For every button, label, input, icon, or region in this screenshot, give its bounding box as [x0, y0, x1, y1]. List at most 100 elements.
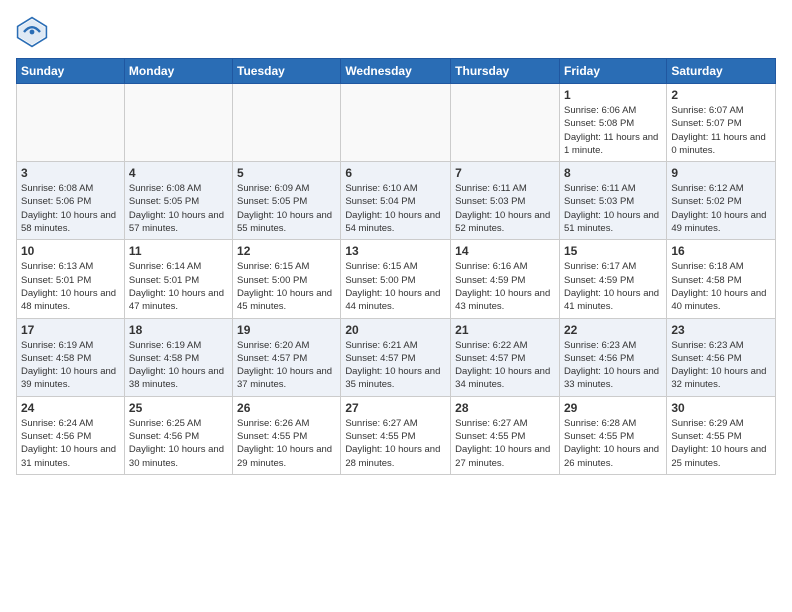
day-info: Sunrise: 6:14 AM Sunset: 5:01 PM Dayligh… — [129, 260, 228, 313]
calendar-cell: 24Sunrise: 6:24 AM Sunset: 4:56 PM Dayli… — [17, 396, 125, 474]
weekday-header-wednesday: Wednesday — [341, 59, 451, 84]
calendar-cell: 10Sunrise: 6:13 AM Sunset: 5:01 PM Dayli… — [17, 240, 125, 318]
day-info: Sunrise: 6:15 AM Sunset: 5:00 PM Dayligh… — [237, 260, 336, 313]
day-number: 15 — [564, 244, 662, 258]
calendar-cell: 4 Sunrise: 6:08 AM Sunset: 5:05 PM Daylig… — [124, 162, 232, 240]
day-info: Sunrise: 6:21 AM Sunset: 4:57 PM Dayligh… — [345, 339, 446, 392]
calendar: SundayMondayTuesdayWednesdayThursdayFrid… — [16, 58, 776, 475]
weekday-header-sunday: Sunday — [17, 59, 125, 84]
day-number: 11 — [129, 244, 228, 258]
calendar-cell: 18 Sunrise: 6:19 AM Sunset: 4:58 PM Dayli… — [124, 318, 232, 396]
day-number: 30 — [671, 401, 771, 415]
day-info: Sunrise: 6:10 AM Sunset: 5:04 PM Dayligh… — [345, 182, 446, 235]
day-info: Sunrise: 6:11 AM Sunset: 5:03 PM Dayligh… — [564, 182, 662, 235]
week-row-1: 3 Sunrise: 6:08 AM Sunset: 5:06 PM Daylig… — [17, 162, 776, 240]
day-number: 19 — [237, 323, 336, 337]
day-number: 18 — [129, 323, 228, 337]
calendar-cell: 8 Sunrise: 6:11 AM Sunset: 5:03 PM Daylig… — [559, 162, 666, 240]
weekday-header-thursday: Thursday — [451, 59, 560, 84]
header — [16, 16, 776, 48]
day-info: Sunrise: 6:12 AM Sunset: 5:02 PM Dayligh… — [671, 182, 771, 235]
day-info: Sunrise: 6:29 AM Sunset: 4:55 PM Dayligh… — [671, 417, 771, 470]
calendar-cell: 6 Sunrise: 6:10 AM Sunset: 5:04 PM Daylig… — [341, 162, 451, 240]
day-number: 21 — [455, 323, 555, 337]
calendar-cell: 30 Sunrise: 6:29 AM Sunset: 4:55 PM Dayli… — [667, 396, 776, 474]
day-number: 3 — [21, 166, 120, 180]
weekday-header-monday: Monday — [124, 59, 232, 84]
weekday-header-friday: Friday — [559, 59, 666, 84]
day-info: Sunrise: 6:23 AM Sunset: 4:56 PM Dayligh… — [671, 339, 771, 392]
logo — [16, 16, 54, 48]
day-info: Sunrise: 6:19 AM Sunset: 4:58 PM Dayligh… — [129, 339, 228, 392]
day-info: Sunrise: 6:17 AM Sunset: 4:59 PM Dayligh… — [564, 260, 662, 313]
day-number: 29 — [564, 401, 662, 415]
calendar-cell: 12 Sunrise: 6:15 AM Sunset: 5:00 PM Dayli… — [233, 240, 341, 318]
week-row-3: 17 Sunrise: 6:19 AM Sunset: 4:58 PM Dayli… — [17, 318, 776, 396]
day-number: 25 — [129, 401, 228, 415]
day-number: 13 — [345, 244, 446, 258]
day-number: 27 — [345, 401, 446, 415]
weekday-header-saturday: Saturday — [667, 59, 776, 84]
day-info: Sunrise: 6:18 AM Sunset: 4:58 PM Dayligh… — [671, 260, 771, 313]
calendar-cell — [124, 84, 232, 162]
day-number: 23 — [671, 323, 771, 337]
calendar-cell — [17, 84, 125, 162]
day-info: Sunrise: 6:28 AM Sunset: 4:55 PM Dayligh… — [564, 417, 662, 470]
calendar-cell: 29 Sunrise: 6:28 AM Sunset: 4:55 PM Dayli… — [559, 396, 666, 474]
calendar-cell: 22Sunrise: 6:23 AM Sunset: 4:56 PM Dayli… — [559, 318, 666, 396]
weekday-header-row: SundayMondayTuesdayWednesdayThursdayFrid… — [17, 59, 776, 84]
calendar-cell: 19 Sunrise: 6:20 AM Sunset: 4:57 PM Dayli… — [233, 318, 341, 396]
day-info: Sunrise: 6:08 AM Sunset: 5:05 PM Dayligh… — [129, 182, 228, 235]
day-number: 14 — [455, 244, 555, 258]
day-number: 9 — [671, 166, 771, 180]
day-info: Sunrise: 6:07 AM Sunset: 5:07 PM Dayligh… — [671, 104, 771, 157]
day-info: Sunrise: 6:27 AM Sunset: 4:55 PM Dayligh… — [345, 417, 446, 470]
day-info: Sunrise: 6:16 AM Sunset: 4:59 PM Dayligh… — [455, 260, 555, 313]
logo-icon — [16, 16, 48, 48]
day-number: 12 — [237, 244, 336, 258]
day-number: 8 — [564, 166, 662, 180]
weekday-header-tuesday: Tuesday — [233, 59, 341, 84]
day-info: Sunrise: 6:09 AM Sunset: 5:05 PM Dayligh… — [237, 182, 336, 235]
calendar-cell: 25 Sunrise: 6:25 AM Sunset: 4:56 PM Dayli… — [124, 396, 232, 474]
day-info: Sunrise: 6:25 AM Sunset: 4:56 PM Dayligh… — [129, 417, 228, 470]
day-number: 26 — [237, 401, 336, 415]
page: SundayMondayTuesdayWednesdayThursdayFrid… — [0, 0, 792, 485]
day-info: Sunrise: 6:27 AM Sunset: 4:55 PM Dayligh… — [455, 417, 555, 470]
calendar-cell: 14 Sunrise: 6:16 AM Sunset: 4:59 PM Dayli… — [451, 240, 560, 318]
calendar-cell: 1Sunrise: 6:06 AM Sunset: 5:08 PM Daylig… — [559, 84, 666, 162]
day-number: 24 — [21, 401, 120, 415]
day-number: 20 — [345, 323, 446, 337]
day-info: Sunrise: 6:15 AM Sunset: 5:00 PM Dayligh… — [345, 260, 446, 313]
week-row-2: 10Sunrise: 6:13 AM Sunset: 5:01 PM Dayli… — [17, 240, 776, 318]
day-number: 28 — [455, 401, 555, 415]
day-info: Sunrise: 6:23 AM Sunset: 4:56 PM Dayligh… — [564, 339, 662, 392]
week-row-4: 24Sunrise: 6:24 AM Sunset: 4:56 PM Dayli… — [17, 396, 776, 474]
calendar-cell: 26Sunrise: 6:26 AM Sunset: 4:55 PM Dayli… — [233, 396, 341, 474]
day-number: 4 — [129, 166, 228, 180]
day-number: 7 — [455, 166, 555, 180]
day-info: Sunrise: 6:19 AM Sunset: 4:58 PM Dayligh… — [21, 339, 120, 392]
day-number: 5 — [237, 166, 336, 180]
day-number: 10 — [21, 244, 120, 258]
calendar-cell: 23 Sunrise: 6:23 AM Sunset: 4:56 PM Dayli… — [667, 318, 776, 396]
day-info: Sunrise: 6:20 AM Sunset: 4:57 PM Dayligh… — [237, 339, 336, 392]
day-number: 17 — [21, 323, 120, 337]
day-info: Sunrise: 6:08 AM Sunset: 5:06 PM Dayligh… — [21, 182, 120, 235]
day-number: 1 — [564, 88, 662, 102]
calendar-cell — [451, 84, 560, 162]
calendar-cell — [233, 84, 341, 162]
calendar-cell: 17 Sunrise: 6:19 AM Sunset: 4:58 PM Dayli… — [17, 318, 125, 396]
calendar-cell: 27 Sunrise: 6:27 AM Sunset: 4:55 PM Dayli… — [341, 396, 451, 474]
calendar-cell: 15 Sunrise: 6:17 AM Sunset: 4:59 PM Dayli… — [559, 240, 666, 318]
calendar-cell: 13 Sunrise: 6:15 AM Sunset: 5:00 PM Dayli… — [341, 240, 451, 318]
calendar-cell: 16 Sunrise: 6:18 AM Sunset: 4:58 PM Dayli… — [667, 240, 776, 318]
calendar-cell: 28 Sunrise: 6:27 AM Sunset: 4:55 PM Dayli… — [451, 396, 560, 474]
day-info: Sunrise: 6:22 AM Sunset: 4:57 PM Dayligh… — [455, 339, 555, 392]
calendar-cell: 2Sunrise: 6:07 AM Sunset: 5:07 PM Daylig… — [667, 84, 776, 162]
day-number: 6 — [345, 166, 446, 180]
calendar-cell: 5 Sunrise: 6:09 AM Sunset: 5:05 PM Daylig… — [233, 162, 341, 240]
calendar-cell — [341, 84, 451, 162]
calendar-cell: 3 Sunrise: 6:08 AM Sunset: 5:06 PM Daylig… — [17, 162, 125, 240]
day-number: 16 — [671, 244, 771, 258]
